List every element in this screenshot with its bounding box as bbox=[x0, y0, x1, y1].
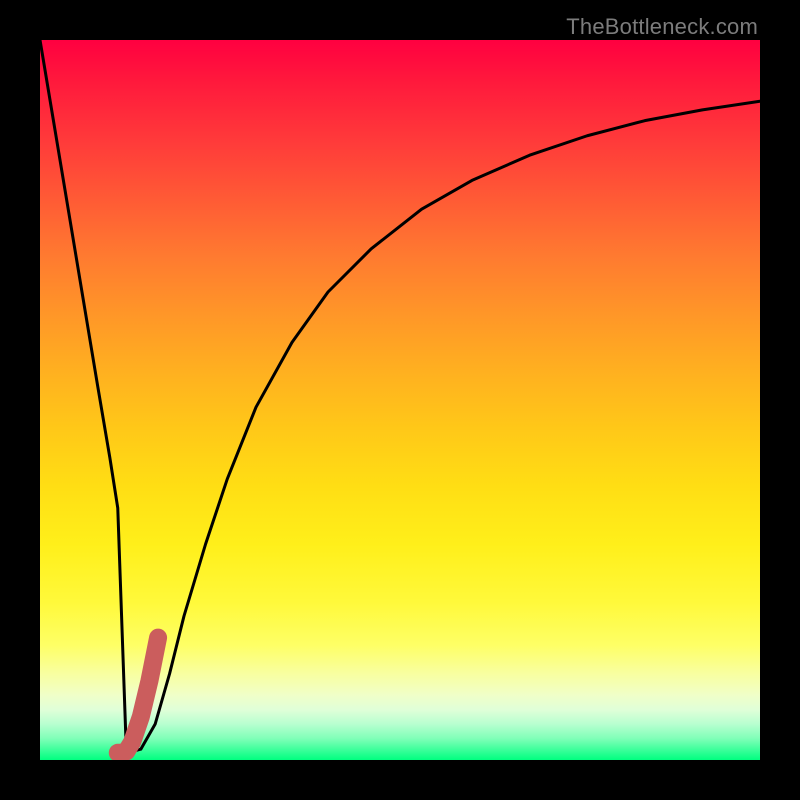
curve-svg bbox=[40, 40, 760, 760]
chart-frame: TheBottleneck.com bbox=[0, 0, 800, 800]
watermark-label: TheBottleneck.com bbox=[566, 14, 758, 40]
plot-area bbox=[40, 40, 760, 760]
